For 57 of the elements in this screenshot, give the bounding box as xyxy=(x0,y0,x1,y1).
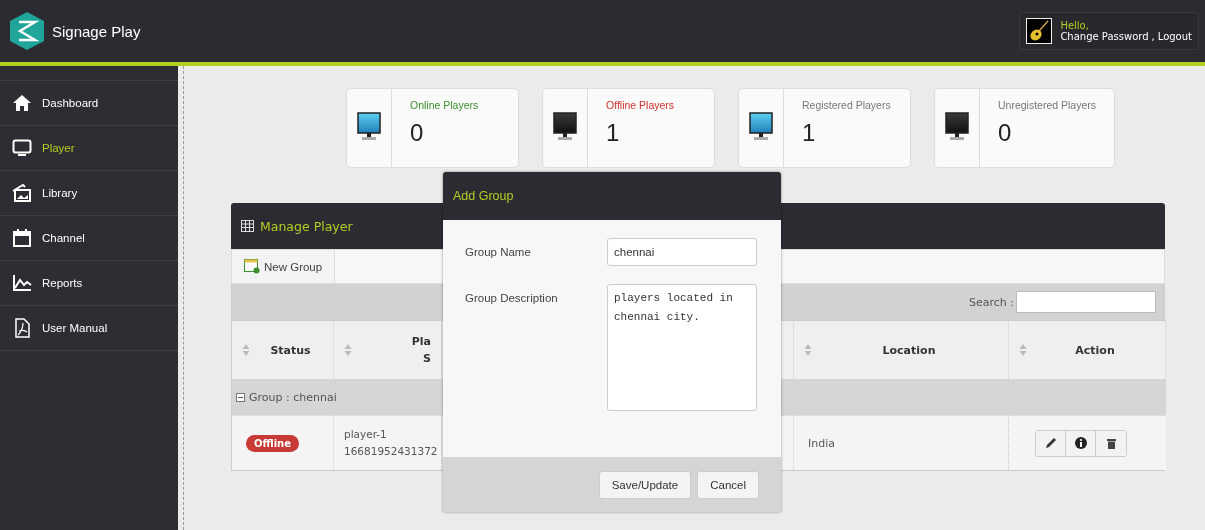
search-label: Search : xyxy=(969,295,1014,309)
home-icon xyxy=(12,94,32,112)
logo-icon xyxy=(8,11,46,51)
sort-icon[interactable] xyxy=(804,343,812,357)
sidebar-item[interactable]: User Manual xyxy=(0,305,178,351)
field-label: Group Name xyxy=(465,245,531,258)
save-button[interactable]: Save/Update xyxy=(598,470,692,499)
line-chart-icon xyxy=(12,274,32,292)
stat-value: 1 xyxy=(802,119,817,147)
edit-button[interactable] xyxy=(1036,430,1066,456)
table-icon xyxy=(241,220,254,232)
description-field[interactable]: players located in chennai city. xyxy=(607,284,757,411)
sidebar-item[interactable]: Channel xyxy=(0,215,178,260)
calendar-icon xyxy=(12,229,32,247)
logout-link[interactable]: Logout xyxy=(1157,31,1192,42)
sort-icon[interactable] xyxy=(242,343,250,357)
sidebar-item[interactable]: Library xyxy=(0,170,178,215)
separator-text: , xyxy=(1151,31,1155,42)
column-header[interactable]: Action xyxy=(1009,320,1166,379)
sidebar-item[interactable]: Dashboard xyxy=(0,80,178,125)
group-label: Group : chennai xyxy=(249,390,337,404)
sidebar-item[interactable]: Player xyxy=(0,125,178,170)
panel-title: Manage Player xyxy=(260,218,353,234)
table-cell-text: India xyxy=(808,435,835,452)
stat-value: 1 xyxy=(606,119,621,147)
stat-label: Offline Players xyxy=(606,99,676,111)
column-header[interactable]: Status xyxy=(232,320,334,379)
column-header[interactable]: Pla S xyxy=(334,320,442,379)
stat-value: 0 xyxy=(410,119,425,147)
sort-icon[interactable] xyxy=(344,343,352,357)
app-title: Signage Play xyxy=(52,22,141,40)
cancel-button[interactable]: Cancel xyxy=(697,470,759,499)
guitar-avatar-icon xyxy=(1026,18,1053,44)
field-label: Group Description xyxy=(465,291,558,304)
sort-icon[interactable] xyxy=(1019,343,1027,357)
new-window-icon xyxy=(244,259,260,274)
sidebar-item[interactable]: Reports xyxy=(0,260,178,305)
status-badge: Offline xyxy=(246,434,299,452)
pencil-icon xyxy=(1044,437,1057,449)
dialog-title: Add Group xyxy=(453,189,514,203)
monitor-icon xyxy=(12,139,32,157)
collapse-icon[interactable] xyxy=(236,392,245,402)
pdf-icon xyxy=(12,318,32,338)
change-password-link[interactable]: Change Password xyxy=(1060,31,1149,42)
trash-icon xyxy=(1106,437,1116,449)
stat-value: 0 xyxy=(998,119,1013,147)
greeting-text: Hello, xyxy=(1060,20,1090,31)
column-header[interactable]: Location xyxy=(794,320,1009,379)
picture-folder-icon xyxy=(12,184,32,202)
stat-label: Registered Players xyxy=(802,99,892,111)
stat-label: Online Players xyxy=(410,99,480,111)
stat-label: Unregistered Players xyxy=(998,99,1097,111)
search-field[interactable] xyxy=(1016,291,1156,313)
name-field[interactable]: chennai xyxy=(607,238,757,266)
new-group-button[interactable]: New Group xyxy=(232,250,336,283)
info-icon xyxy=(1074,437,1087,449)
table-cell-text: player-1 16681952431372 xyxy=(344,427,438,459)
